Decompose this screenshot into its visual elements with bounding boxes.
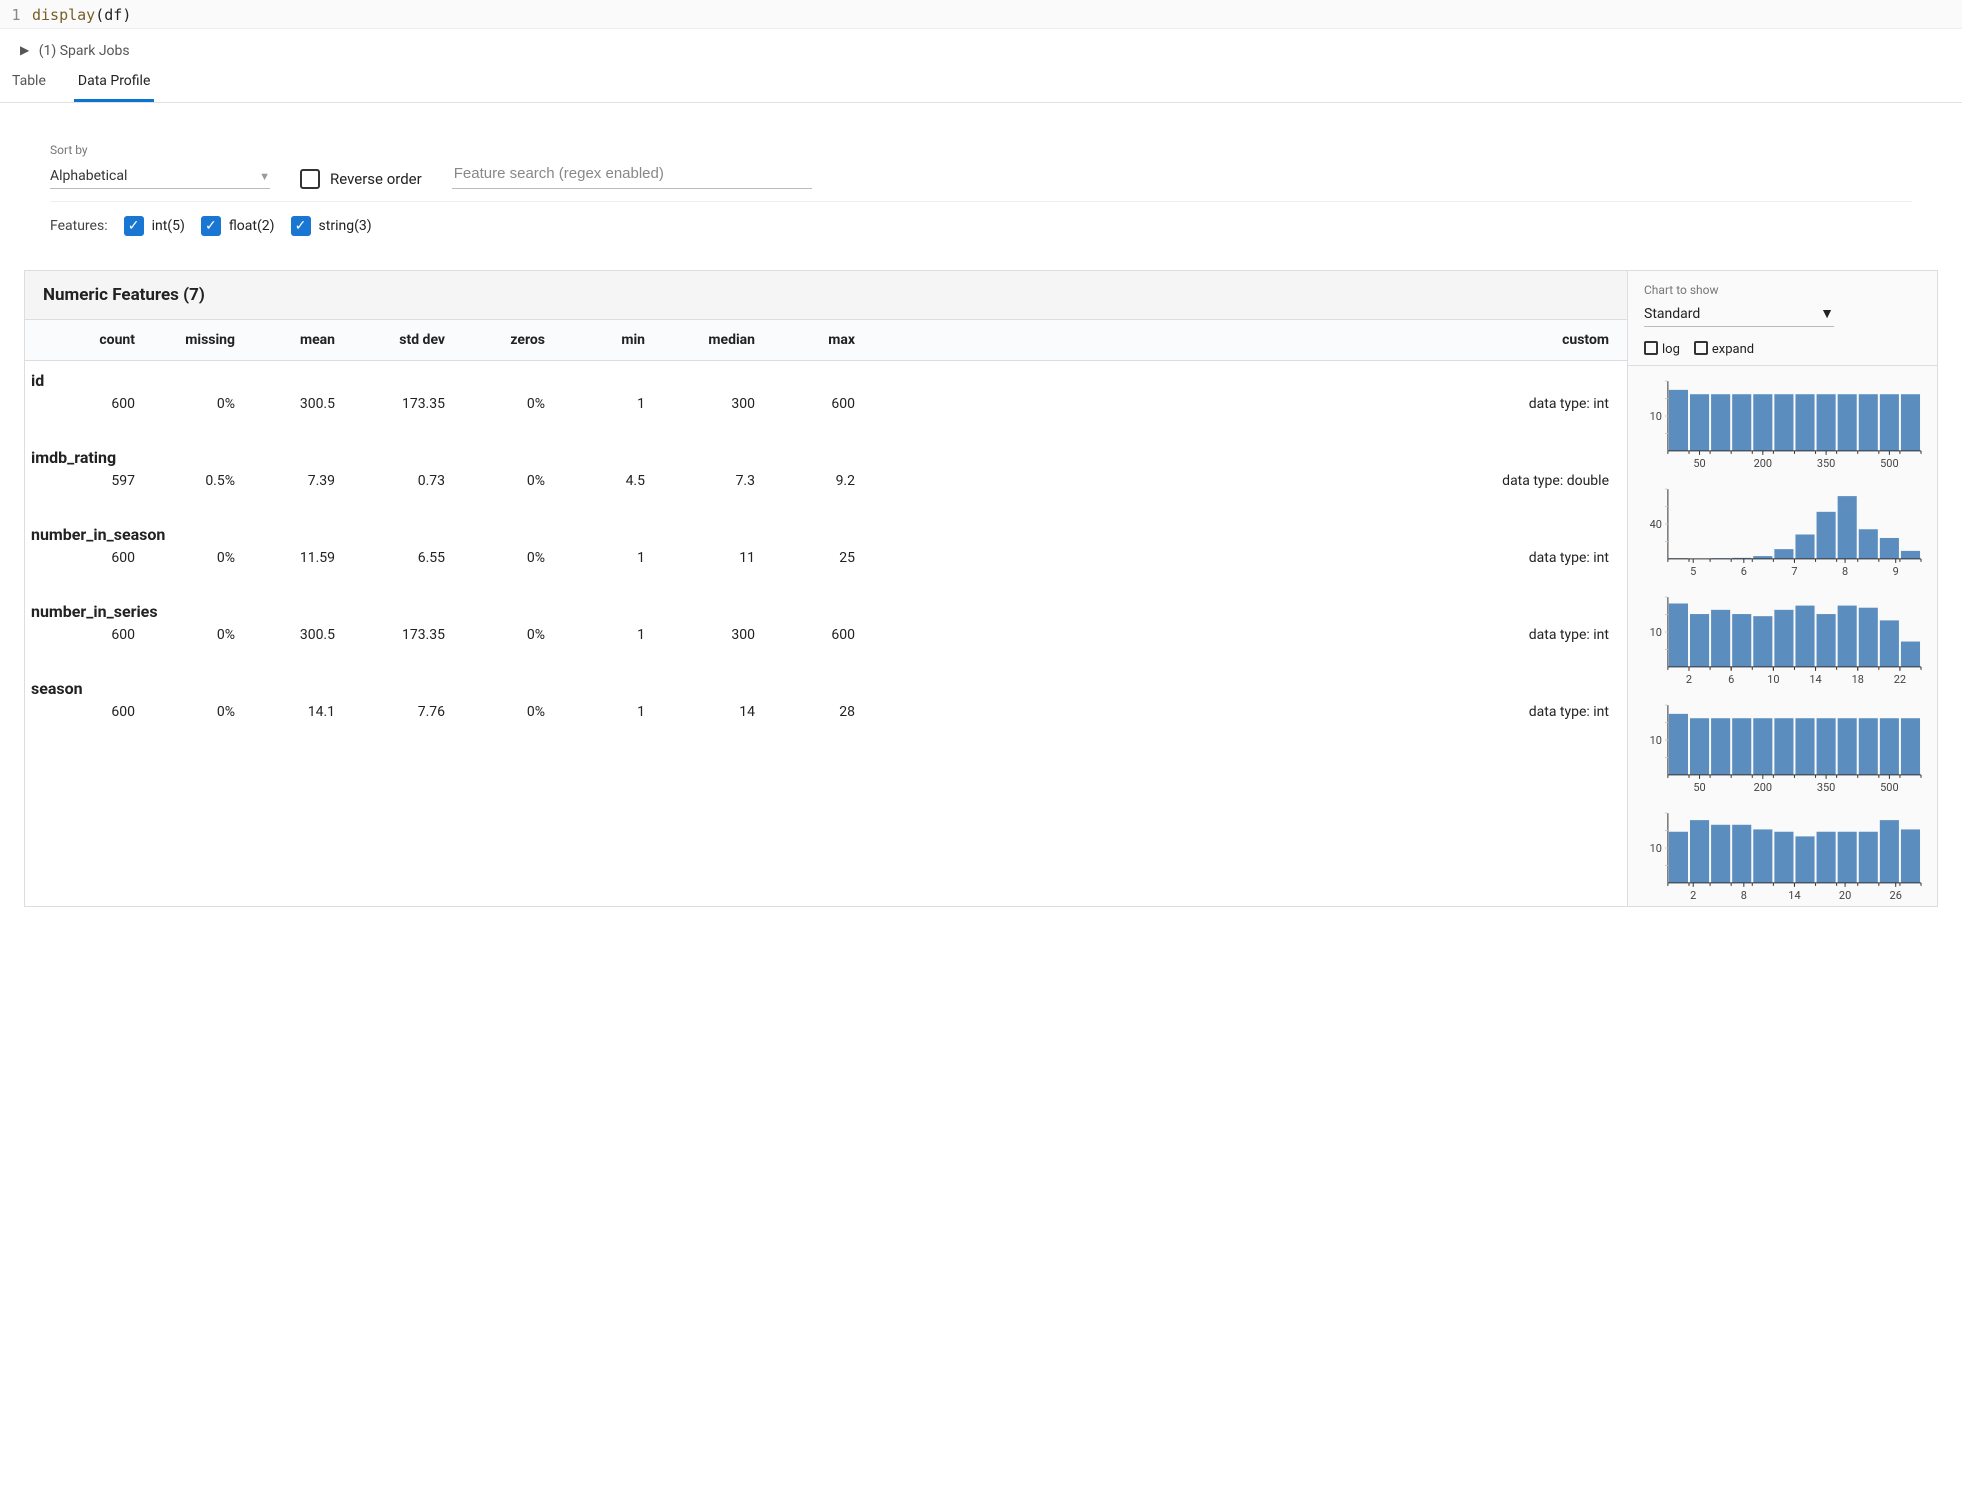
svg-text:500: 500 bbox=[1880, 457, 1898, 470]
table-row: 600 0% 11.59 6.55 0% 1 11 25 data type: … bbox=[25, 550, 1627, 566]
svg-text:500: 500 bbox=[1880, 781, 1898, 794]
tab-data-profile[interactable]: Data Profile bbox=[74, 65, 154, 102]
chart-select[interactable]: Standard ▼ bbox=[1644, 301, 1834, 327]
log-checkbox[interactable]: log bbox=[1644, 341, 1680, 357]
feature-name: imdb_rating bbox=[25, 448, 1627, 473]
svg-text:40: 40 bbox=[1650, 518, 1662, 531]
chevron-down-icon: ▼ bbox=[259, 170, 270, 183]
spark-jobs-toggle[interactable]: ▶ (1) Spark Jobs bbox=[0, 29, 1962, 65]
sort-value: Alphabetical bbox=[50, 168, 127, 184]
svg-text:6: 6 bbox=[1728, 673, 1734, 686]
spark-jobs-label: (1) Spark Jobs bbox=[39, 43, 130, 59]
svg-text:2: 2 bbox=[1690, 889, 1696, 902]
svg-text:10: 10 bbox=[1650, 410, 1662, 423]
chip-string[interactable]: ✓string(3) bbox=[291, 216, 372, 236]
feature-name: id bbox=[25, 371, 1627, 396]
code-text[interactable]: display(df) bbox=[32, 4, 131, 24]
line-number: 1 bbox=[0, 4, 32, 24]
tab-table[interactable]: Table bbox=[8, 65, 50, 102]
check-icon: ✓ bbox=[124, 216, 144, 236]
feature-imdb_rating: imdb_rating 597 0.5% 7.39 0.73 0% 4.5 7.… bbox=[25, 438, 1627, 515]
svg-text:200: 200 bbox=[1754, 457, 1772, 470]
feature-number_in_season: number_in_season 600 0% 11.59 6.55 0% 1 … bbox=[25, 515, 1627, 592]
feature-number_in_series: number_in_series 600 0% 300.5 173.35 0% … bbox=[25, 592, 1627, 669]
histogram-id: 50 200 350 500 10 bbox=[1628, 366, 1937, 474]
feature-id: id 600 0% 300.5 173.35 0% 1 300 600 data… bbox=[25, 361, 1627, 438]
checkbox-icon bbox=[1694, 341, 1708, 355]
reverse-label: Reverse order bbox=[330, 170, 422, 188]
controls: Sort by Alphabetical ▼ Reverse order Fea… bbox=[0, 143, 1962, 250]
table-row: 600 0% 300.5 173.35 0% 1 300 600 data ty… bbox=[25, 396, 1627, 412]
expand-checkbox[interactable]: expand bbox=[1694, 341, 1754, 357]
svg-text:26: 26 bbox=[1890, 889, 1902, 902]
checkbox-icon bbox=[1644, 341, 1658, 355]
chart-sidebar: Chart to show Standard ▼ log expand 50 20… bbox=[1627, 271, 1937, 906]
table-row: 600 0% 300.5 173.35 0% 1 300 600 data ty… bbox=[25, 627, 1627, 643]
sort-select[interactable]: Alphabetical ▼ bbox=[50, 164, 270, 189]
svg-text:5: 5 bbox=[1690, 565, 1696, 578]
histogram-number_in_series: 50 200 350 500 10 bbox=[1628, 690, 1937, 798]
chip-int[interactable]: ✓int(5) bbox=[124, 216, 185, 236]
feature-season: season 600 0% 14.1 7.76 0% 1 14 28 data … bbox=[25, 669, 1627, 746]
panel-title: Numeric Features (7) bbox=[25, 271, 1627, 320]
chevron-right-icon: ▶ bbox=[20, 43, 29, 57]
check-icon: ✓ bbox=[291, 216, 311, 236]
svg-text:22: 22 bbox=[1894, 673, 1906, 686]
svg-text:10: 10 bbox=[1767, 673, 1779, 686]
checkbox-icon bbox=[300, 169, 320, 189]
table-row: 600 0% 14.1 7.76 0% 1 14 28 data type: i… bbox=[25, 704, 1627, 720]
svg-text:10: 10 bbox=[1650, 626, 1662, 639]
reverse-checkbox[interactable]: Reverse order bbox=[300, 169, 422, 189]
svg-text:18: 18 bbox=[1852, 673, 1864, 686]
svg-text:9: 9 bbox=[1893, 565, 1899, 578]
svg-text:7: 7 bbox=[1791, 565, 1797, 578]
code-cell: 1 display(df) bbox=[0, 0, 1962, 29]
chart-to-show-label: Chart to show bbox=[1644, 283, 1921, 297]
chip-float[interactable]: ✓float(2) bbox=[201, 216, 275, 236]
svg-text:350: 350 bbox=[1817, 457, 1835, 470]
feature-name: number_in_season bbox=[25, 525, 1627, 550]
svg-text:14: 14 bbox=[1788, 889, 1800, 902]
feature-name: number_in_series bbox=[25, 602, 1627, 627]
table-header: count missing mean std dev zeros min med… bbox=[25, 320, 1627, 361]
svg-text:200: 200 bbox=[1754, 781, 1772, 794]
svg-text:8: 8 bbox=[1741, 889, 1747, 902]
svg-text:50: 50 bbox=[1693, 781, 1705, 794]
tab-bar: Table Data Profile bbox=[0, 65, 1962, 103]
sort-label: Sort by bbox=[50, 143, 1912, 157]
svg-text:8: 8 bbox=[1842, 565, 1848, 578]
feature-name: season bbox=[25, 679, 1627, 704]
histogram-season: 2 8 14 20 26 10 bbox=[1628, 798, 1937, 906]
check-icon: ✓ bbox=[201, 216, 221, 236]
histogram-imdb_rating: 5 6 7 8 9 40 bbox=[1628, 474, 1937, 582]
numeric-features-panel: Numeric Features (7) count missing mean … bbox=[24, 270, 1938, 907]
search-input[interactable] bbox=[452, 159, 812, 189]
table-row: 597 0.5% 7.39 0.73 0% 4.5 7.3 9.2 data t… bbox=[25, 473, 1627, 489]
features-label: Features: bbox=[50, 218, 108, 234]
svg-text:10: 10 bbox=[1650, 734, 1662, 747]
svg-text:10: 10 bbox=[1650, 842, 1662, 855]
svg-text:50: 50 bbox=[1693, 457, 1705, 470]
svg-text:6: 6 bbox=[1741, 565, 1747, 578]
svg-text:350: 350 bbox=[1817, 781, 1835, 794]
svg-text:14: 14 bbox=[1809, 673, 1821, 686]
histogram-number_in_season: 2 6 10 14 18 22 10 bbox=[1628, 582, 1937, 690]
svg-text:20: 20 bbox=[1839, 889, 1851, 902]
chevron-down-icon: ▼ bbox=[1820, 305, 1834, 322]
svg-text:2: 2 bbox=[1686, 673, 1692, 686]
